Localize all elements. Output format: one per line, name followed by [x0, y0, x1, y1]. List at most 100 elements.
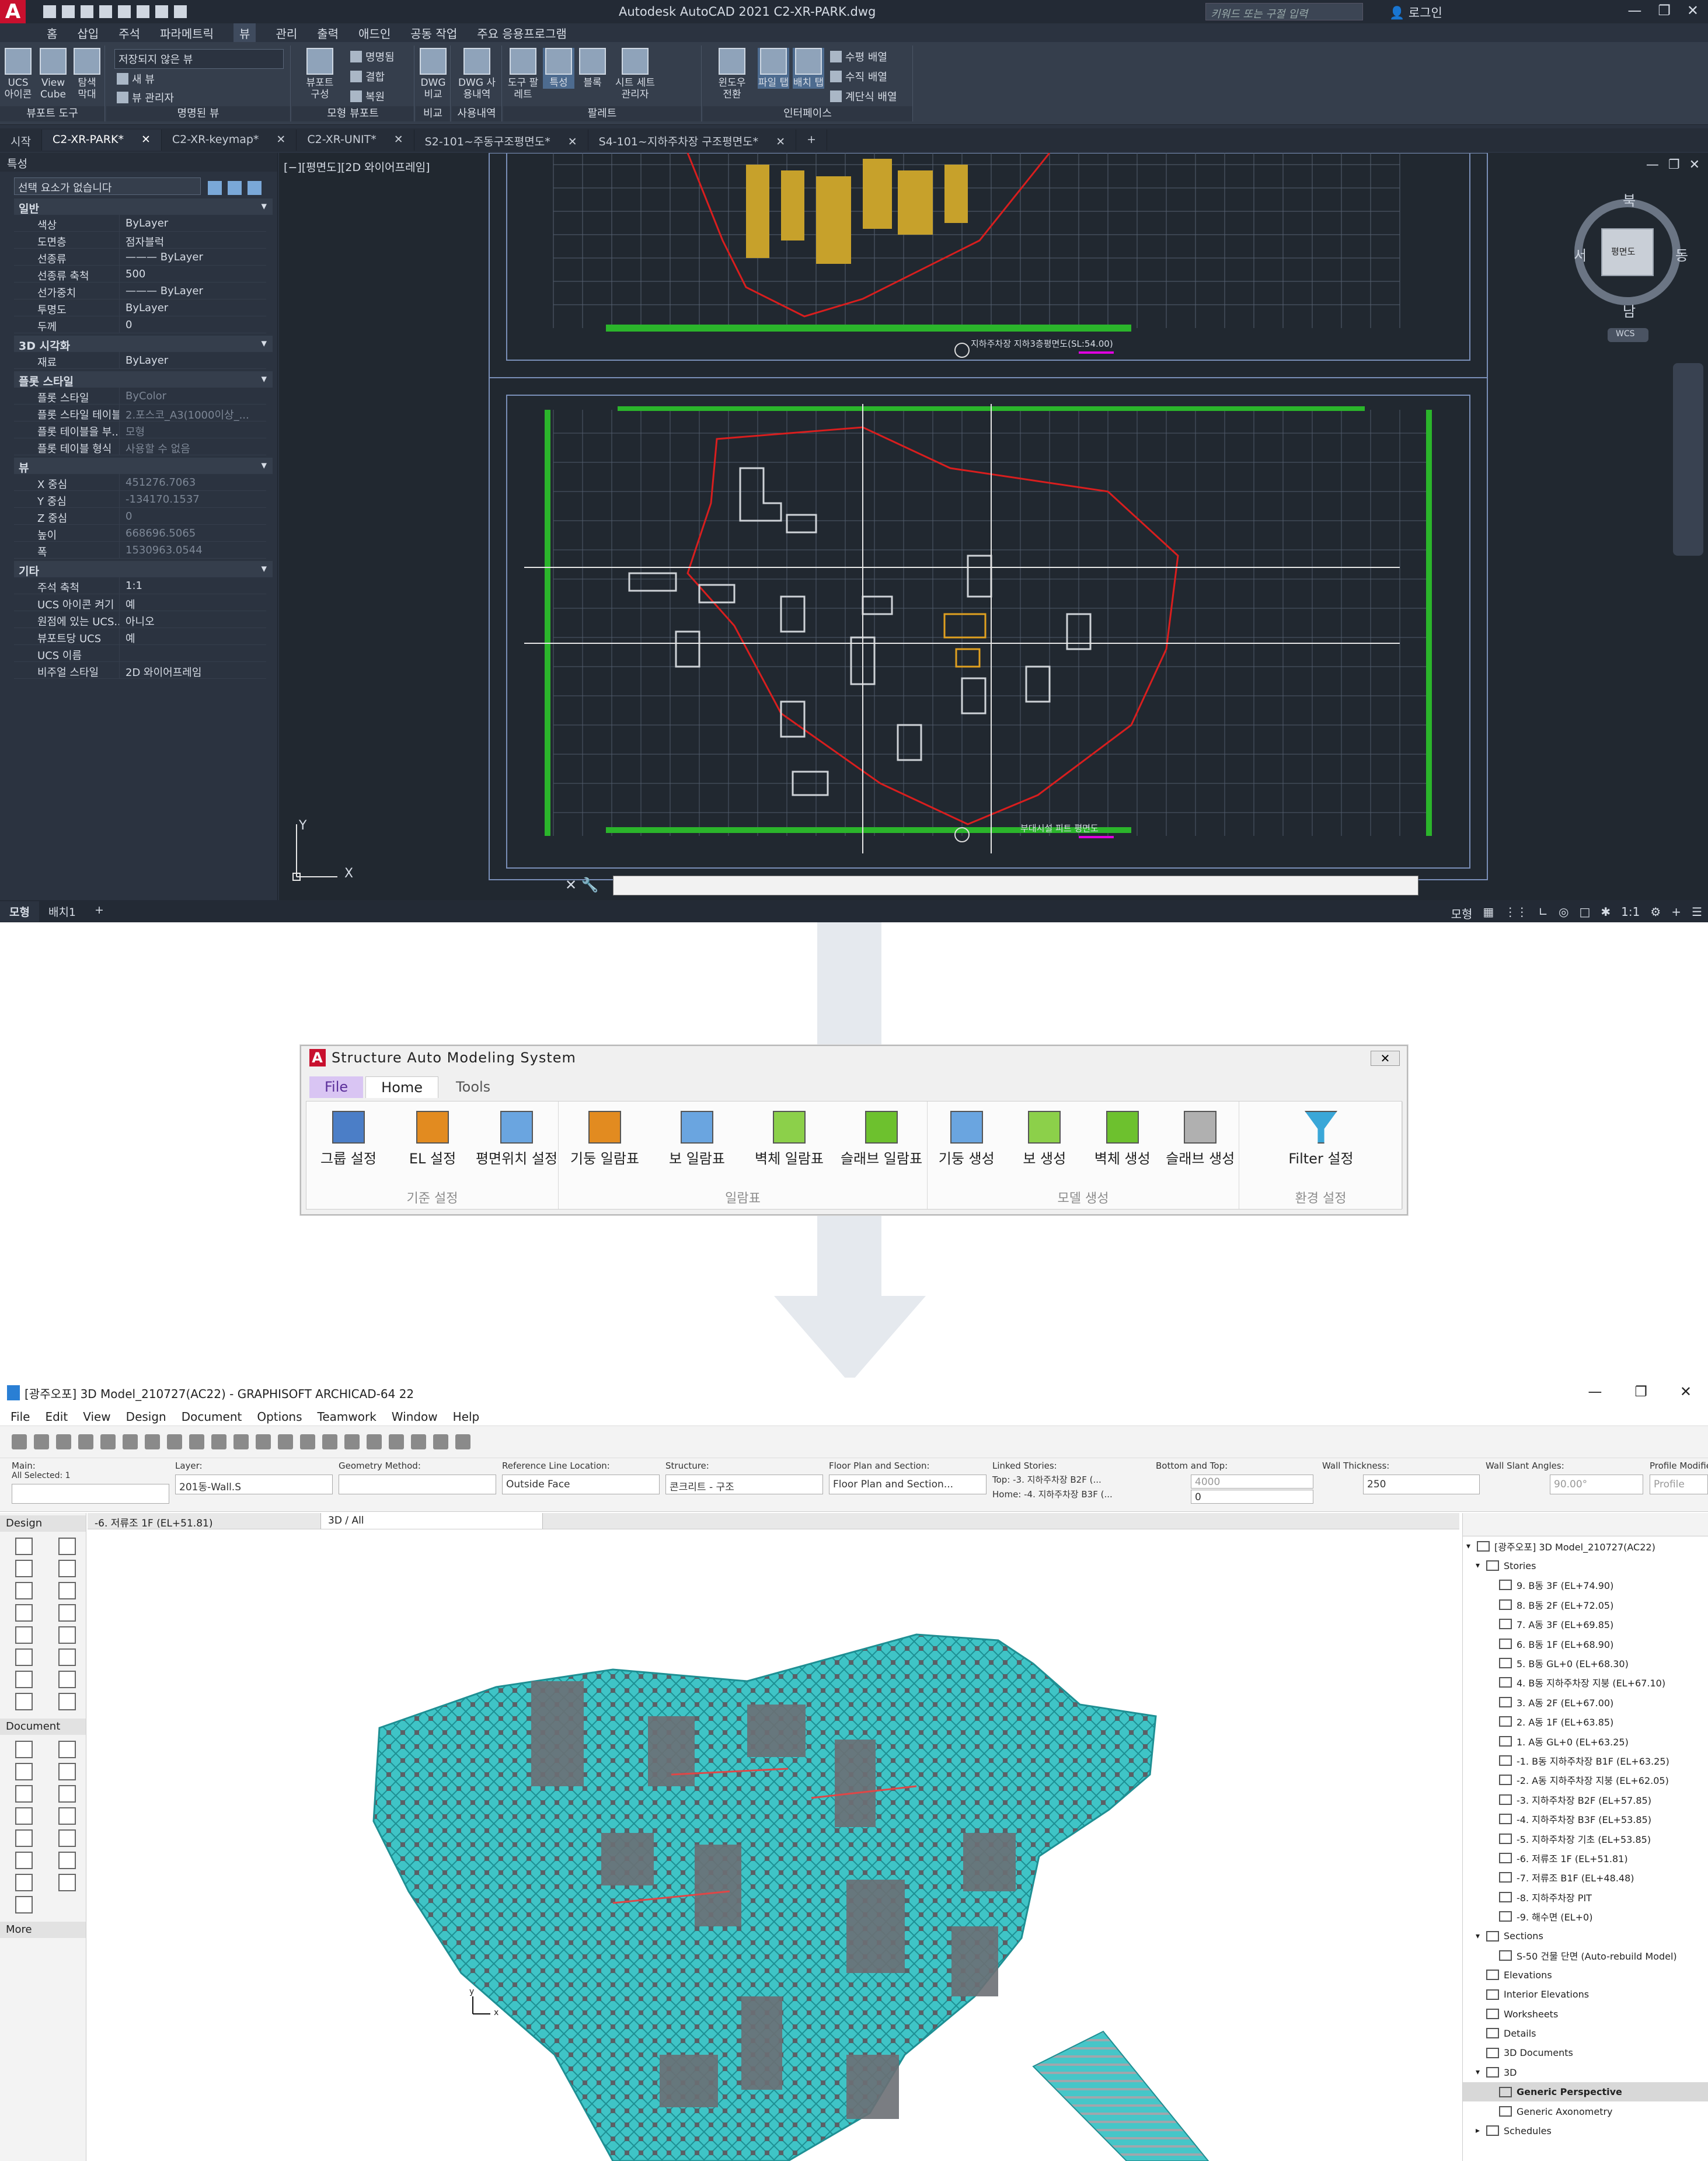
story-item[interactable]: -7. 저류조 B1F (EL+48.48): [1463, 1868, 1708, 1887]
quick-select-icon[interactable]: [248, 181, 262, 195]
document-tab[interactable]: 시작: [0, 130, 42, 151]
wrench-icon[interactable]: 🔧: [581, 877, 599, 893]
property-value[interactable]: 451276.7063: [119, 474, 266, 490]
story-item[interactable]: -5. 지하주차장 기초 (EL+53.85): [1463, 1829, 1708, 1848]
menu-document[interactable]: Document: [182, 1410, 242, 1424]
property-value[interactable]: 500: [119, 266, 266, 282]
grid-icon[interactable]: [189, 1434, 204, 1449]
switch-window-button[interactable]: 윈도우 전환: [713, 48, 751, 100]
zone-tool-icon[interactable]: [15, 1693, 33, 1710]
sams-tab-tools[interactable]: Tools: [441, 1076, 506, 1098]
property-value[interactable]: ——— ByLayer: [119, 283, 266, 299]
properties-button[interactable]: 특성: [543, 48, 574, 89]
annotation-scale[interactable]: 1:1: [1621, 905, 1640, 922]
toolbox-more-header[interactable]: More: [0, 1922, 86, 1938]
view-tab[interactable]: 3D / All: [321, 1513, 543, 1529]
viewcube-west[interactable]: 서: [1574, 244, 1587, 264]
dwg-history-button[interactable]: DWG 사용내역: [454, 48, 500, 100]
close-icon[interactable]: ✕: [1687, 2, 1699, 19]
sams-button[interactable]: 기둥 일람표: [559, 1111, 651, 1167]
property-row[interactable]: 선가중치 ——— ByLayer: [14, 283, 266, 299]
block-button[interactable]: 블록: [577, 48, 608, 89]
sams-button[interactable]: 평면위치 설정: [475, 1111, 559, 1167]
property-row[interactable]: 재료 ByLayer: [14, 352, 266, 369]
property-row[interactable]: 주석 축척 1:1: [14, 577, 266, 594]
property-row[interactable]: 도면층 점자블럭: [14, 232, 266, 249]
property-row[interactable]: 선종류 축척 500: [14, 266, 266, 283]
gear-icon[interactable]: ⚙: [1650, 905, 1661, 922]
property-row[interactable]: 두께 0: [14, 316, 266, 333]
document-tab[interactable]: C2-XR-keymap* ✕: [162, 130, 297, 151]
menu-tab[interactable]: 관리: [276, 25, 297, 41]
expand-toggle-icon[interactable]: ▾: [1476, 2068, 1486, 2077]
3d-view-icon[interactable]: [411, 1434, 426, 1449]
grid-icon[interactable]: ▦: [1483, 905, 1494, 922]
lamp-tool-icon[interactable]: [58, 1693, 76, 1710]
new-file-icon[interactable]: [43, 5, 56, 18]
figure-tool-icon[interactable]: [15, 1896, 33, 1913]
mesh-tool-icon[interactable]: [15, 1648, 33, 1666]
property-row[interactable]: 투명도 ByLayer: [14, 299, 266, 316]
bottom-height-input[interactable]: 0: [1191, 1490, 1313, 1504]
open-file-icon[interactable]: [62, 5, 75, 18]
view-folder[interactable]: Details: [1463, 2024, 1708, 2043]
profile-select[interactable]: Profile: [1650, 1475, 1708, 1494]
property-value[interactable]: 2.포스코_A3(1000이상_...: [119, 405, 266, 421]
level-dim-tool-icon[interactable]: [58, 1741, 76, 1758]
restore-icon[interactable]: ❐: [1658, 2, 1671, 19]
undo-icon[interactable]: [155, 5, 168, 18]
view-folder[interactable]: Elevations: [1463, 1965, 1708, 1985]
3d-view-item[interactable]: Generic Axonometry: [1463, 2101, 1708, 2121]
intersect-icon[interactable]: [344, 1434, 360, 1449]
toggle-pickadd-icon[interactable]: [208, 181, 222, 195]
property-row[interactable]: UCS 이름: [14, 645, 266, 662]
viewcube-face-label[interactable]: 평면도: [1611, 245, 1635, 257]
morph-tool-icon[interactable]: [15, 1671, 33, 1688]
snap-icon[interactable]: ⋮⋮: [1504, 905, 1528, 922]
property-row[interactable]: 비주얼 스타일 2D 와이어프레임: [14, 662, 266, 679]
story-item[interactable]: 9. B동 3F (EL+74.90): [1463, 1576, 1708, 1595]
menu-tab[interactable]: 삽입: [77, 25, 99, 41]
view-tab[interactable]: -6. 저류조 1F (EL+51.81): [88, 1513, 321, 1529]
menu-design[interactable]: Design: [126, 1410, 166, 1424]
pan-icon[interactable]: [12, 1434, 27, 1449]
top-height-input[interactable]: 4000: [1191, 1475, 1313, 1489]
top-story-select[interactable]: Top: -3. 지하주차장 B2F (...: [992, 1473, 1150, 1486]
story-item[interactable]: 8. B동 2F (EL+72.05): [1463, 1595, 1708, 1614]
stair-tool-icon[interactable]: [15, 1626, 33, 1644]
cascade-button[interactable]: 계단식 배열: [830, 89, 897, 104]
sheetset-manager-button[interactable]: 시트 세트 관리자: [612, 48, 658, 100]
document-tab[interactable]: S4-101~지하주차장 구조평면도* ✕: [588, 130, 797, 151]
annotation-icon[interactable]: ✱: [1601, 905, 1611, 922]
select-objects-icon[interactable]: [228, 181, 242, 195]
sams-button[interactable]: 벽체 생성: [1083, 1111, 1162, 1167]
sams-button[interactable]: 슬래브 일람표: [835, 1111, 928, 1167]
property-row[interactable]: X 중심 451276.7063: [14, 474, 266, 491]
3d-view-item[interactable]: Generic Perspective: [1463, 2082, 1708, 2102]
snap-icon[interactable]: [100, 1434, 116, 1449]
polyline-tool-icon[interactable]: [58, 1807, 76, 1825]
sams-tab-file[interactable]: File: [309, 1076, 364, 1098]
sams-button[interactable]: Filter 설정: [1239, 1111, 1403, 1167]
text-tool-icon[interactable]: [15, 1763, 33, 1780]
camera-icon[interactable]: [455, 1434, 470, 1449]
viewcube-north[interactable]: 북: [1623, 189, 1636, 210]
property-value[interactable]: 0: [119, 316, 266, 333]
floorplan-select[interactable]: Floor Plan and Section...: [829, 1475, 987, 1494]
sams-button[interactable]: 보 생성: [1006, 1111, 1084, 1167]
wcs-label[interactable]: WCS: [1616, 329, 1635, 339]
property-row[interactable]: Z 중심 0: [14, 508, 266, 525]
zoom-icon[interactable]: [78, 1434, 93, 1449]
story-item[interactable]: 7. A동 3F (EL+69.85): [1463, 1615, 1708, 1634]
door-tool-icon[interactable]: [58, 1560, 76, 1577]
plot-icon[interactable]: [137, 5, 149, 18]
object-tool-icon[interactable]: [58, 1671, 76, 1688]
viewport-config-button[interactable]: 뷰포트 구성: [301, 48, 339, 100]
geometry-method-select[interactable]: [339, 1475, 496, 1494]
new-view-button[interactable]: 새 뷰: [117, 71, 155, 86]
property-row[interactable]: 원점에 있는 UCS... 아니오: [14, 611, 266, 628]
view-folder[interactable]: Interior Elevations: [1463, 1985, 1708, 2004]
property-row[interactable]: 폭 1530963.0544: [14, 542, 266, 559]
plus-icon[interactable]: +: [1671, 905, 1681, 922]
property-row[interactable]: 플롯 테이블을 부... 모형: [14, 421, 266, 438]
